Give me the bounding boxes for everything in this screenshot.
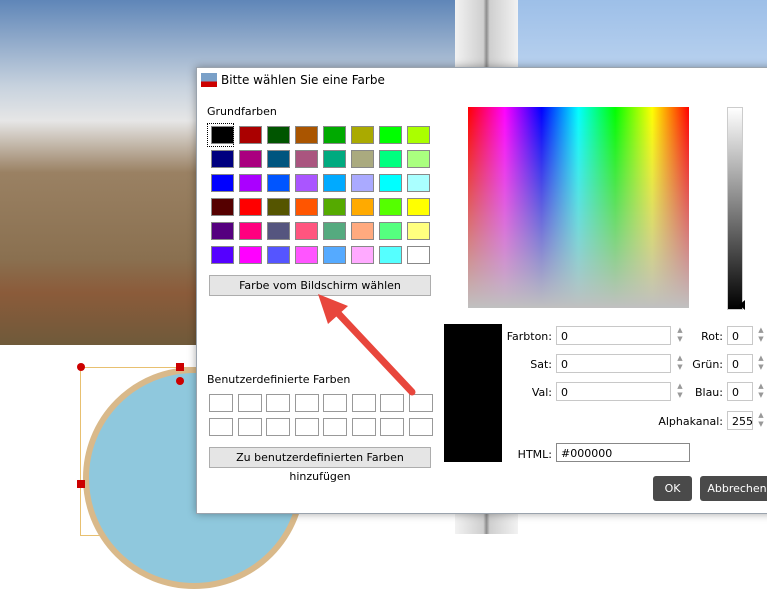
annotation-arrow bbox=[318, 294, 416, 396]
